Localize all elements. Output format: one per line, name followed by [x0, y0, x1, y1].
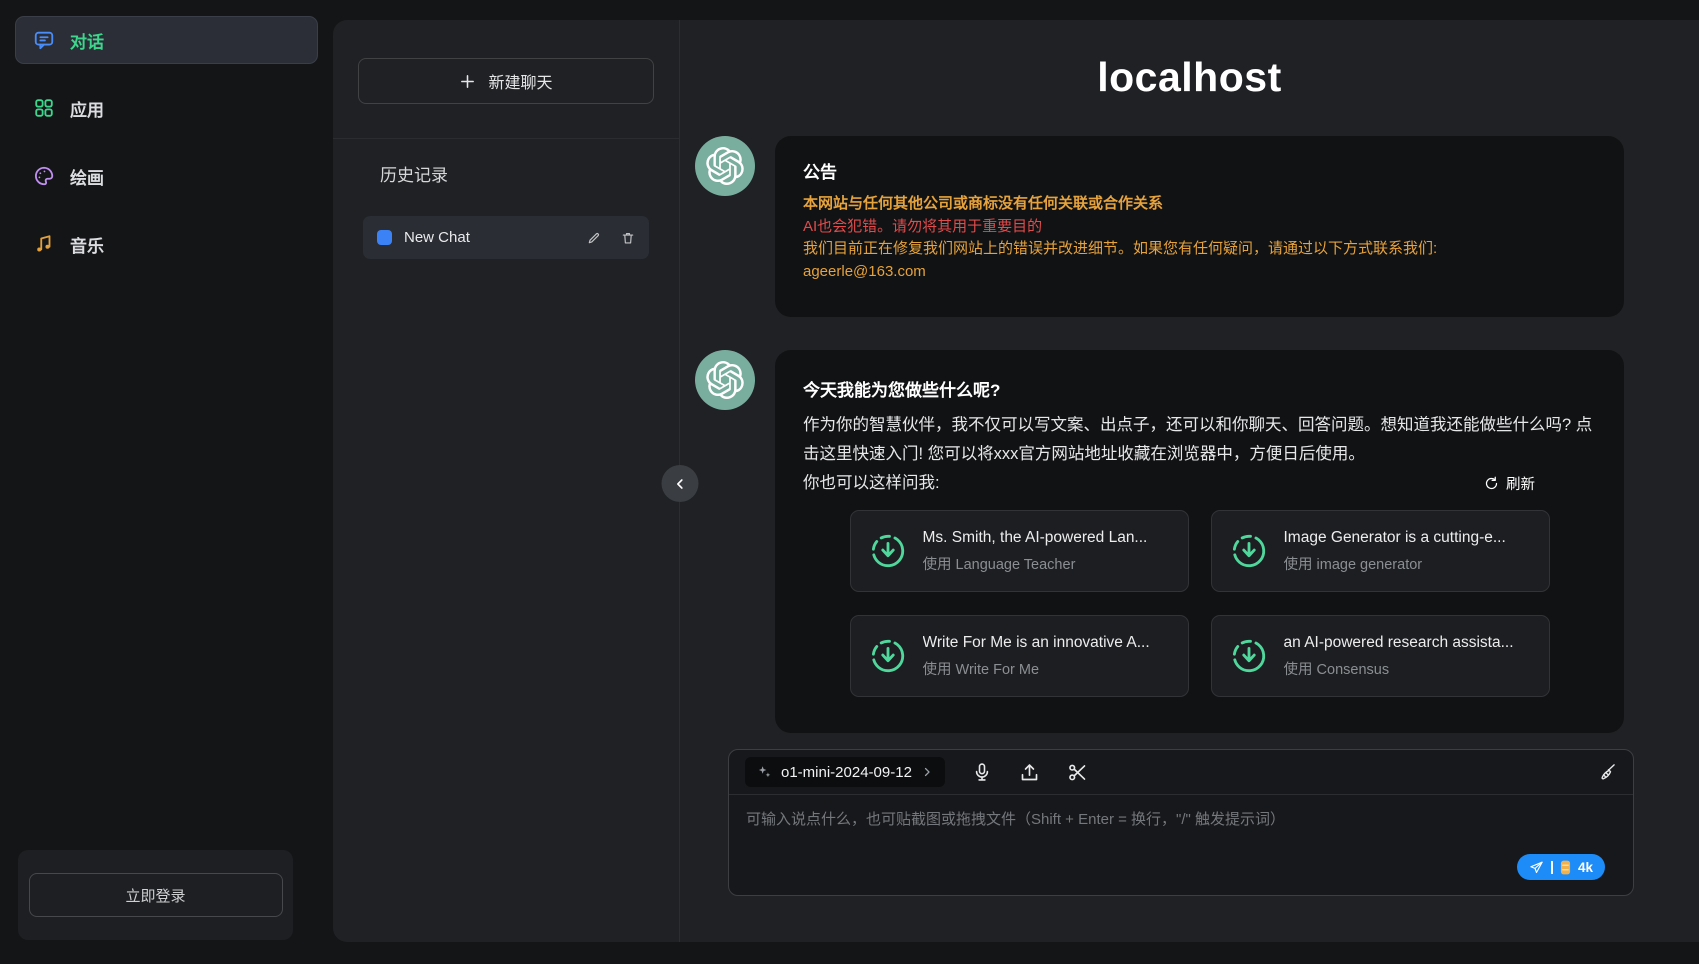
card-subtitle: 使用 image generator — [1284, 553, 1506, 574]
sidebar-item-apps[interactable]: 应用 — [15, 84, 318, 132]
refresh-icon — [1484, 476, 1499, 491]
microphone-icon[interactable] — [972, 762, 992, 782]
history-title: 历史记录 — [358, 161, 654, 186]
message-row-greeting: 今天我能为您做些什么呢? 作为你的智慧伙伴，我不仅可以写文案、出点子，还可以和你… — [695, 350, 1624, 733]
new-chat-label: 新建聊天 — [488, 69, 552, 93]
assistant-avatar — [695, 136, 755, 196]
card-title: Image Generator is a cutting-e... — [1284, 529, 1506, 547]
refresh-suggestions-button[interactable]: 刷新 — [1478, 472, 1541, 495]
token-coin-icon — [1560, 860, 1571, 875]
login-card: 立即登录 — [18, 850, 293, 940]
card-subtitle: 使用 Consensus — [1284, 658, 1514, 679]
chevron-right-icon — [921, 766, 933, 778]
card-title: Ms. Smith, the AI-powered Lan... — [923, 529, 1148, 547]
plus-icon — [459, 73, 476, 90]
token-count: 4k — [1578, 860, 1593, 875]
ask-hint: 你也可以这样问我: — [803, 469, 940, 498]
chat-list-panel: 新建聊天 历史记录 New Chat — [333, 20, 680, 942]
sidebar-item-label: 绘画 — [70, 164, 104, 189]
chat-color-square-icon — [377, 230, 392, 245]
clear-broom-icon[interactable] — [1597, 762, 1617, 782]
chevron-left-icon — [672, 476, 688, 492]
music-note-icon — [33, 233, 55, 255]
main-panel: 新建聊天 历史记录 New Chat localhost — [333, 20, 1699, 942]
composer: o1-mini-2024-09-12 — [728, 749, 1634, 896]
card-text: Write For Me is an innovative A... 使用 Wr… — [923, 634, 1150, 679]
hint-row: 你也可以这样问我: 刷新 — [803, 469, 1541, 498]
grid-icon — [33, 97, 55, 119]
greeting-body: 作为你的智慧伙伴，我不仅可以写文案、出点子，还可以和你聊天、回答问题。想知道我还… — [803, 411, 1596, 469]
scissors-icon[interactable] — [1067, 762, 1088, 783]
card-text: Ms. Smith, the AI-powered Lan... 使用 Lang… — [923, 529, 1148, 574]
message-input[interactable] — [729, 795, 1633, 895]
card-title: an AI-powered research assista... — [1284, 634, 1514, 652]
list-divider — [333, 138, 679, 139]
card-title: Write For Me is an innovative A... — [923, 634, 1150, 652]
chat-list-item[interactable]: New Chat — [363, 216, 649, 259]
sidebar-item-music[interactable]: 音乐 — [15, 220, 318, 268]
collapse-sidebar-button[interactable] — [662, 465, 699, 502]
badge-divider — [1551, 861, 1553, 874]
install-circle-icon — [869, 532, 907, 570]
suggestion-card[interactable]: Write For Me is an innovative A... 使用 Wr… — [850, 615, 1189, 697]
sidebar-item-label: 对话 — [70, 28, 104, 53]
composer-body: 4k — [729, 795, 1633, 895]
announcement-line-1: 本网站与任何其他公司或商标没有任何关联或合作关系 — [803, 193, 1596, 216]
announcement-line-3: 我们目前正在修复我们网站上的错误并改进细节。如果您有任何疑问，请通过以下方式联系… — [803, 238, 1596, 261]
install-circle-icon — [1230, 637, 1268, 675]
openai-logo-icon — [706, 147, 744, 185]
openai-logo-icon — [706, 361, 744, 399]
suggestion-card[interactable]: Ms. Smith, the AI-powered Lan... 使用 Lang… — [850, 510, 1189, 592]
chat-bubble-icon — [33, 29, 55, 51]
announcement-bubble: 公告 本网站与任何其他公司或商标没有任何关联或合作关系 AI也会犯错。请勿将其用… — [775, 136, 1624, 317]
sidebar-item-draw[interactable]: 绘画 — [15, 152, 318, 200]
message-row-announcement: 公告 本网站与任何其他公司或商标没有任何关联或合作关系 AI也会犯错。请勿将其用… — [695, 136, 1624, 317]
palette-icon — [33, 165, 55, 187]
model-name: o1-mini-2024-09-12 — [781, 764, 912, 781]
paper-plane-icon — [1529, 860, 1544, 875]
composer-toolbar: o1-mini-2024-09-12 — [729, 750, 1633, 795]
app-sidebar: 对话 应用 绘画 音乐 立即登录 — [0, 0, 333, 964]
chat-main-panel: localhost 公告 本网站与任何其他公司或商标没有任何关联或合作关系 AI… — [680, 20, 1699, 942]
new-chat-button[interactable]: 新建聊天 — [358, 58, 654, 104]
announcement-line-2: AI也会犯错。请勿将其用于重要目的 — [803, 216, 1596, 239]
greeting-title: 今天我能为您做些什么呢? — [803, 376, 1596, 401]
refresh-label: 刷新 — [1506, 473, 1535, 494]
edit-chat-icon[interactable] — [587, 231, 601, 245]
suggestion-card[interactable]: Image Generator is a cutting-e... 使用 ima… — [1211, 510, 1550, 592]
page-title: localhost — [680, 54, 1699, 101]
suggestion-card[interactable]: an AI-powered research assista... 使用 Con… — [1211, 615, 1550, 697]
assistant-avatar — [695, 350, 755, 410]
delete-chat-icon[interactable] — [621, 231, 635, 245]
card-subtitle: 使用 Write For Me — [923, 658, 1150, 679]
greeting-bubble: 今天我能为您做些什么呢? 作为你的智慧伙伴，我不仅可以写文案、出点子，还可以和你… — [775, 350, 1624, 733]
suggestion-card-grid: Ms. Smith, the AI-powered Lan... 使用 Lang… — [850, 510, 1550, 697]
install-circle-icon — [1230, 532, 1268, 570]
announcement-title: 公告 — [803, 158, 1596, 183]
sidebar-item-label: 应用 — [70, 96, 104, 121]
sparkle-icon — [757, 765, 772, 780]
install-circle-icon — [869, 637, 907, 675]
sidebar-item-label: 音乐 — [70, 232, 104, 257]
send-button[interactable]: 4k — [1517, 854, 1605, 880]
login-button[interactable]: 立即登录 — [29, 873, 283, 917]
upload-icon[interactable] — [1019, 762, 1040, 783]
sidebar-item-chat[interactable]: 对话 — [15, 16, 318, 64]
card-subtitle: 使用 Language Teacher — [923, 553, 1148, 574]
model-selector[interactable]: o1-mini-2024-09-12 — [745, 757, 945, 787]
chat-item-title: New Chat — [404, 229, 567, 246]
card-text: Image Generator is a cutting-e... 使用 ima… — [1284, 529, 1506, 574]
contact-email[interactable]: ageerle@163.com — [803, 261, 1596, 284]
card-text: an AI-powered research assista... 使用 Con… — [1284, 634, 1514, 679]
